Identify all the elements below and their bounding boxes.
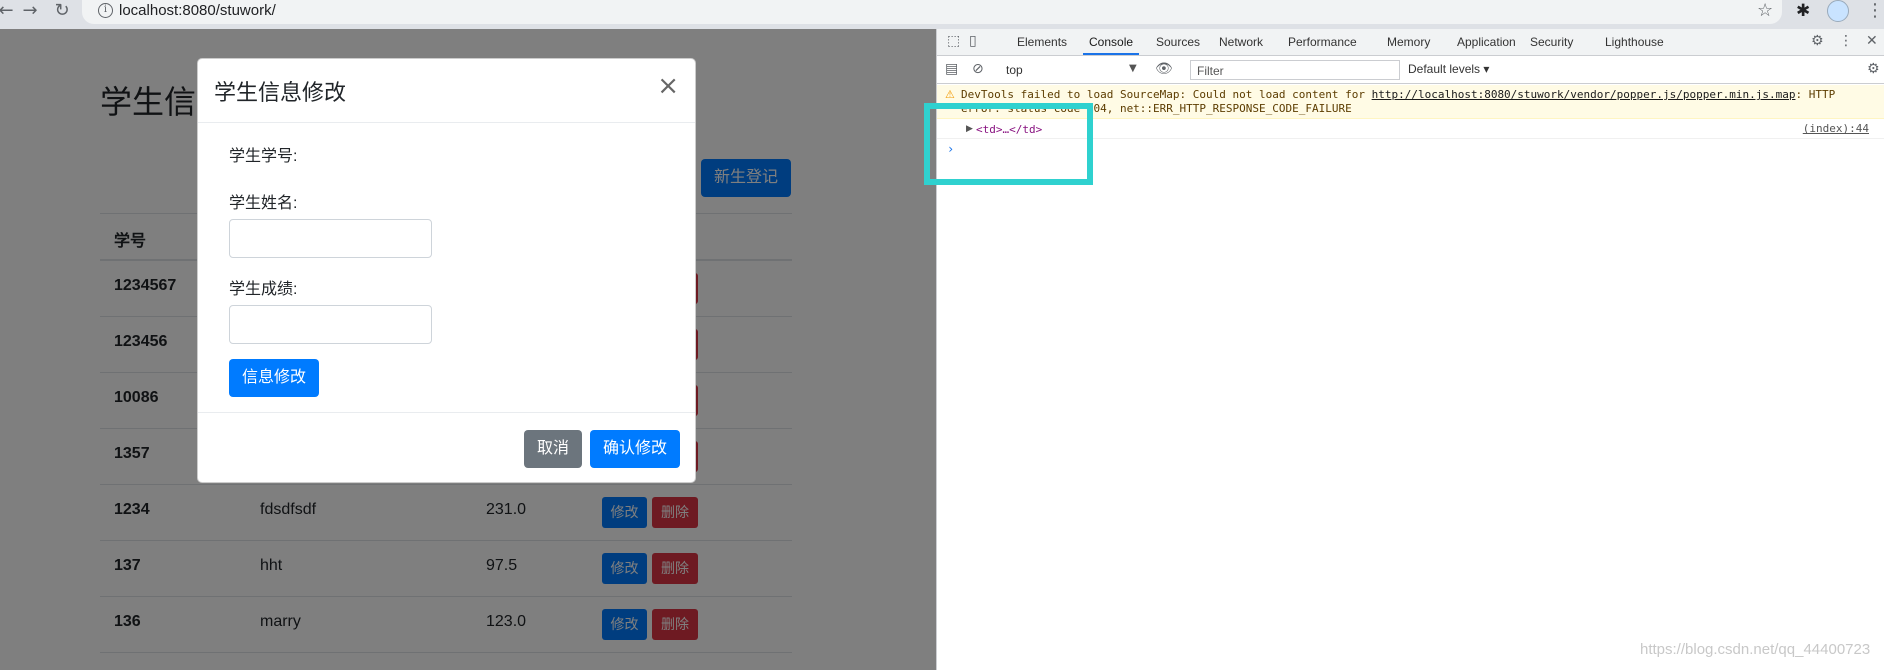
warning-text: DevTools failed to load SourceMap: Could… bbox=[961, 88, 1836, 115]
sourcemap-link[interactable]: http://localhost:8080/stuwork/vendor/pop… bbox=[1372, 88, 1796, 101]
confirm-edit-button[interactable]: 确认修改 bbox=[590, 430, 680, 468]
tab-performance[interactable]: Performance bbox=[1288, 35, 1357, 49]
browser-toolbar: ← → ↻ i localhost:8080/stuwork/ ☆ ✱ ⋮ bbox=[0, 0, 1884, 29]
close-devtools-icon[interactable]: ✕ bbox=[1866, 33, 1878, 49]
tab-security[interactable]: Security bbox=[1530, 35, 1573, 49]
tab-elements[interactable]: Elements bbox=[1017, 35, 1067, 49]
tab-network[interactable]: Network bbox=[1219, 35, 1263, 49]
bookmark-star-icon[interactable]: ☆ bbox=[1757, 0, 1773, 21]
inspect-element-icon[interactable]: ⬚ bbox=[947, 33, 960, 49]
student-name-input[interactable] bbox=[229, 219, 432, 258]
tab-console[interactable]: Console bbox=[1089, 35, 1133, 49]
tab-application[interactable]: Application bbox=[1457, 35, 1516, 49]
browser-menu-icon[interactable]: ⋮ bbox=[1866, 0, 1884, 21]
close-icon[interactable]: × bbox=[657, 73, 679, 99]
edit-student-modal: 学生信息修改 × 学生学号: 学生姓名: 学生成绩: 信息修改 取消 确认修改 bbox=[197, 58, 696, 483]
screen: ← → ↻ i localhost:8080/stuwork/ ☆ ✱ ⋮ 学生… bbox=[0, 0, 1884, 670]
dropdown-arrow-icon[interactable]: ▼ bbox=[1129, 63, 1137, 74]
update-info-button[interactable]: 信息修改 bbox=[229, 359, 319, 397]
devtools-tabbar: ⬚ ▯ Elements Console Sources Network Per… bbox=[937, 29, 1884, 56]
modal-footer: 取消 确认修改 bbox=[198, 412, 695, 482]
cancel-button[interactable]: 取消 bbox=[524, 430, 582, 468]
sidebar-toggle-icon[interactable]: ▤ bbox=[945, 61, 958, 77]
modal-header: 学生信息修改 × bbox=[198, 59, 695, 123]
log-source-link[interactable]: (index):44 bbox=[1803, 122, 1869, 135]
context-selector[interactable]: top bbox=[1006, 63, 1023, 77]
eye-icon[interactable]: 👁 bbox=[1155, 61, 1173, 77]
watermark: https://blog.csdn.net/qq_44400723 bbox=[1640, 641, 1871, 658]
console-settings-icon[interactable]: ⚙ bbox=[1867, 61, 1880, 77]
settings-gear-icon[interactable]: ⚙ bbox=[1811, 33, 1824, 49]
profile-avatar[interactable] bbox=[1827, 0, 1849, 22]
url-text: localhost:8080/stuwork/ bbox=[119, 2, 276, 19]
console-toolbar: ▤ ⊘ top ▼ 👁 Filter Default levels ▾ ⚙ bbox=[937, 57, 1884, 84]
label-student-score: 学生成绩: bbox=[229, 281, 298, 298]
address-bar[interactable]: i localhost:8080/stuwork/ bbox=[82, 0, 1782, 24]
back-icon[interactable]: ← bbox=[0, 0, 18, 24]
tab-lighthouse[interactable]: Lighthouse bbox=[1605, 35, 1664, 49]
clear-console-icon[interactable]: ⊘ bbox=[972, 61, 984, 77]
label-student-name: 学生姓名: bbox=[229, 195, 298, 212]
kebab-menu-icon[interactable]: ⋮ bbox=[1839, 33, 1853, 49]
device-toggle-icon[interactable]: ▯ bbox=[969, 33, 977, 49]
reload-icon[interactable]: ↻ bbox=[50, 0, 74, 24]
warning-triangle-icon: ⚠ bbox=[945, 88, 955, 101]
forward-icon[interactable]: → bbox=[18, 0, 42, 24]
student-score-input[interactable] bbox=[229, 305, 432, 344]
extensions-puzzle-icon[interactable]: ✱ bbox=[1796, 1, 1810, 21]
info-icon[interactable]: i bbox=[98, 3, 113, 18]
log-levels-dropdown[interactable]: Default levels ▾ bbox=[1408, 62, 1489, 76]
modal-title: 学生信息修改 bbox=[214, 80, 347, 105]
tab-sources[interactable]: Sources bbox=[1156, 35, 1200, 49]
web-page: 学生信息 新生登记 学号 1234567 修改 删除 123456 修改 删除 … bbox=[0, 29, 936, 670]
console-filter-input[interactable]: Filter bbox=[1190, 60, 1400, 80]
label-student-id: 学生学号: bbox=[229, 148, 298, 165]
filter-placeholder: Filter bbox=[1197, 64, 1224, 78]
tab-memory[interactable]: Memory bbox=[1387, 35, 1430, 49]
annotation-highlight-box bbox=[924, 103, 1093, 185]
active-tab-indicator bbox=[1083, 53, 1139, 55]
